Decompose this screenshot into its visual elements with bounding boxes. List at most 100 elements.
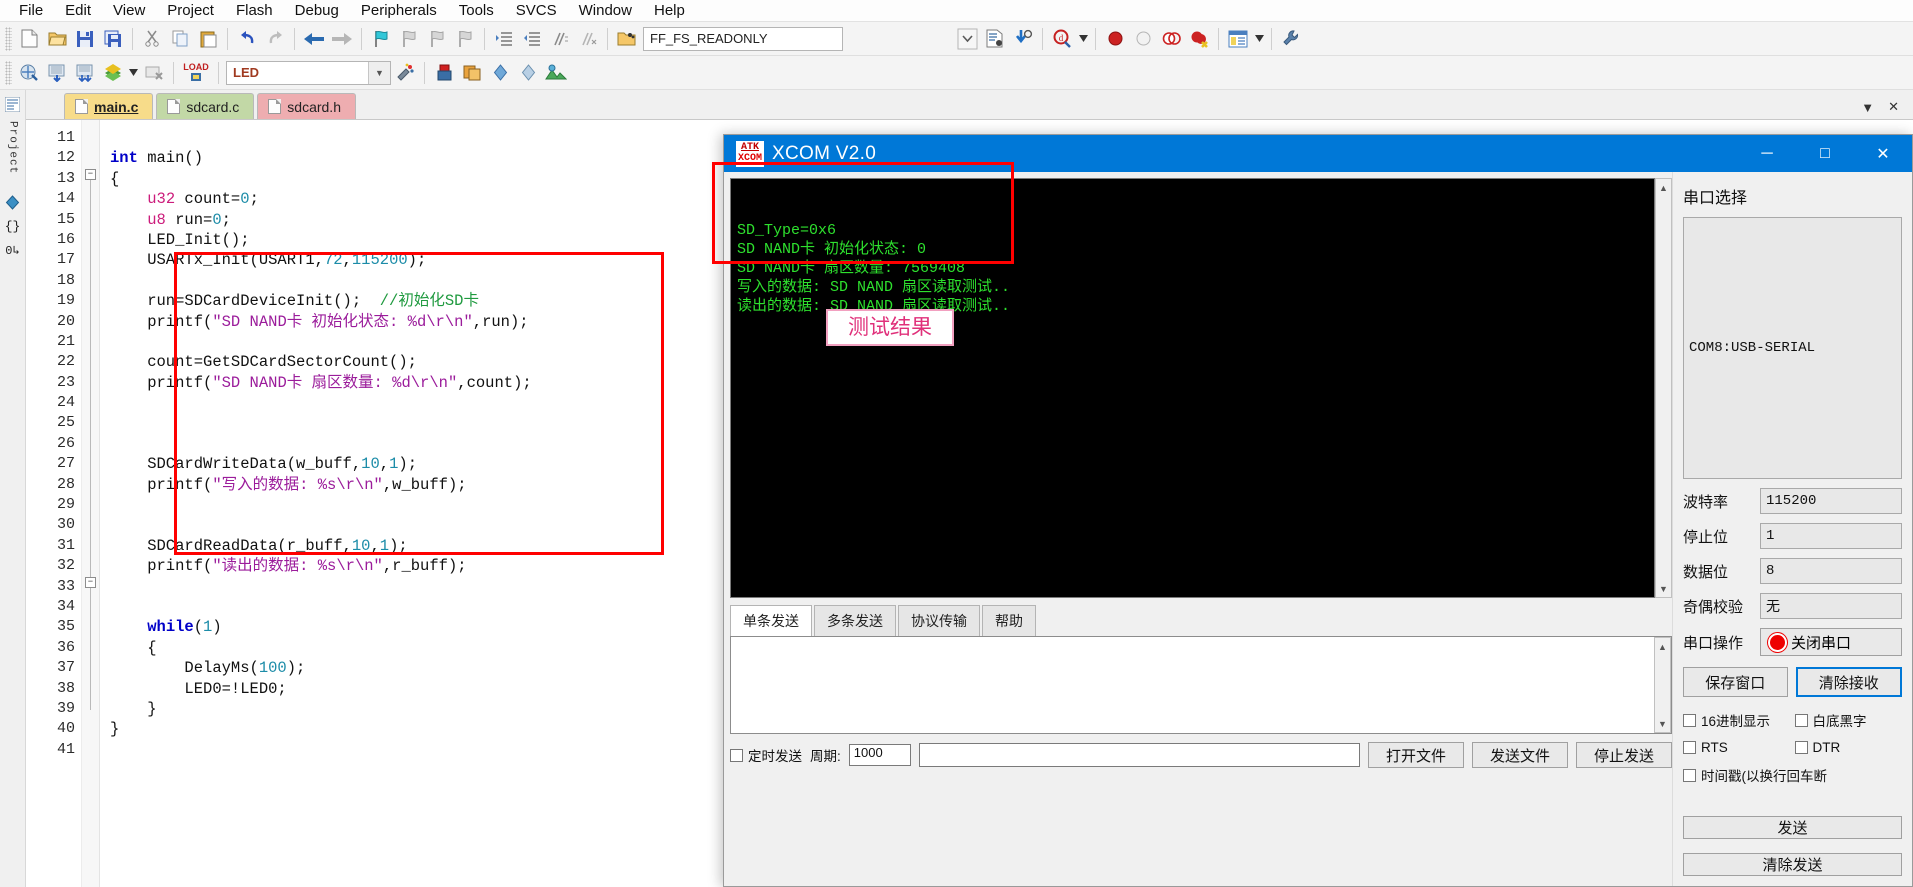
editor-tab-sdcard-c[interactable]: sdcard.c xyxy=(156,93,255,119)
period-input[interactable]: 1000 xyxy=(848,744,911,766)
menu-item-debug[interactable]: Debug xyxy=(284,0,350,21)
cut-icon[interactable] xyxy=(138,25,166,53)
menu-item-window[interactable]: Window xyxy=(568,0,643,21)
file-path-input[interactable] xyxy=(918,743,1360,767)
target-options-icon[interactable] xyxy=(391,59,419,87)
tab-list-dropdown-icon[interactable]: ▼ xyxy=(1861,100,1874,115)
functions-window-icon[interactable]: {} xyxy=(3,216,23,236)
checkbox-box[interactable] xyxy=(1683,768,1696,782)
menu-item-view[interactable]: View xyxy=(102,0,156,21)
menu-item-tools[interactable]: Tools xyxy=(448,0,505,21)
debug-search-icon[interactable]: d xyxy=(1048,25,1076,53)
timed-send-checkbox[interactable]: 定时发送 xyxy=(730,745,802,765)
chevron-down-icon[interactable]: ▼ xyxy=(368,61,390,84)
serial-field-value[interactable]: 1 xyxy=(1760,523,1902,549)
menu-item-peripherals[interactable]: Peripherals xyxy=(350,0,448,21)
checkbox-box[interactable] xyxy=(1794,741,1808,754)
bookmark-toggle-icon[interactable] xyxy=(367,25,395,53)
text-document-icon[interactable] xyxy=(981,25,1009,53)
navigate-back-icon[interactable] xyxy=(300,25,328,53)
books-window-icon[interactable] xyxy=(3,192,23,212)
serial-port-select[interactable]: COM8:USB-SERIAL xyxy=(1683,217,1902,479)
outdent-icon[interactable] xyxy=(518,25,546,53)
clear-receive-button[interactable]: 清除接收 xyxy=(1795,667,1902,697)
paste-icon[interactable] xyxy=(194,25,222,53)
new-file-icon[interactable] xyxy=(15,25,43,53)
window-layout-dropdown-icon[interactable] xyxy=(1252,25,1266,53)
comment-icon[interactable] xyxy=(546,25,574,53)
send-text-area[interactable]: ▲ ▼ xyxy=(730,636,1672,734)
serial-field-value[interactable]: 115200 xyxy=(1760,488,1902,514)
code-fold-column[interactable]: − − xyxy=(82,120,100,887)
manage-runtime-env-icon[interactable] xyxy=(542,59,570,87)
menu-item-file[interactable]: File xyxy=(8,0,54,21)
batch-build-dropdown-icon[interactable] xyxy=(127,59,140,87)
checkbox-box[interactable] xyxy=(1683,713,1696,727)
scroll-down-arrow-icon[interactable]: ▼ xyxy=(1659,580,1668,597)
breakpoint-kill-all-icon[interactable] xyxy=(1185,25,1213,53)
uncomment-icon[interactable] xyxy=(574,25,602,53)
scroll-down-arrow-icon[interactable]: ▼ xyxy=(1658,715,1667,732)
multi-project-icon[interactable] xyxy=(458,59,486,87)
checkbox-box[interactable] xyxy=(1683,741,1696,754)
open-file-button[interactable]: 打开文件 xyxy=(1368,742,1464,768)
maximize-button[interactable]: □ xyxy=(1796,135,1854,172)
checkbox-box[interactable] xyxy=(1794,713,1808,727)
checkbox-box[interactable] xyxy=(730,748,743,762)
breakpoint-disable-icon[interactable] xyxy=(1129,25,1157,53)
toolbar-grip[interactable] xyxy=(5,26,12,51)
indent-icon[interactable] xyxy=(490,25,518,53)
fold-box-main[interactable]: − xyxy=(85,169,96,180)
open-file-icon[interactable] xyxy=(43,25,71,53)
manage-project-items-icon[interactable] xyxy=(430,59,458,87)
build-icon[interactable] xyxy=(43,59,71,87)
fold-box-while[interactable]: − xyxy=(85,577,96,588)
scroll-up-arrow-icon[interactable]: ▲ xyxy=(1659,179,1668,196)
define-combobox[interactable]: FF_FS_READONLY xyxy=(643,26,843,51)
serial-field-value[interactable]: 8 xyxy=(1760,558,1902,584)
checkbox-4[interactable]: 时间戳(以换行回车断 xyxy=(1683,765,1902,785)
project-dock-label[interactable]: Project xyxy=(7,121,19,174)
bookmark-clear-icon[interactable] xyxy=(451,25,479,53)
configure-wrench-icon[interactable] xyxy=(1277,25,1305,53)
tab-close-icon[interactable]: ✕ xyxy=(1888,99,1899,115)
chevron-down-icon[interactable] xyxy=(953,25,981,53)
save-window-button[interactable]: 保存窗口 xyxy=(1683,667,1788,697)
undo-icon[interactable] xyxy=(233,25,261,53)
rebuild-icon[interactable] xyxy=(71,59,99,87)
serial-field-value[interactable]: 无 xyxy=(1760,593,1902,619)
checkbox-0[interactable]: 16进制显示 xyxy=(1683,710,1791,730)
minimize-button[interactable]: ─ xyxy=(1738,135,1796,172)
send-scrollbar[interactable]: ▲ ▼ xyxy=(1654,637,1671,733)
save-all-icon[interactable] xyxy=(99,25,127,53)
receive-scrollbar[interactable]: ▲ ▼ xyxy=(1655,178,1672,598)
menu-item-edit[interactable]: Edit xyxy=(54,0,102,21)
pack-installer-icon[interactable] xyxy=(486,59,514,87)
templates-window-icon[interactable]: 0↳ xyxy=(3,240,23,260)
toolbar-grip-2[interactable] xyxy=(5,60,12,85)
navigate-forward-icon[interactable] xyxy=(328,25,356,53)
clear-send-button[interactable]: 清除发送 xyxy=(1683,853,1902,876)
receive-terminal[interactable]: SD_Type=0x6 SD NAND卡 初始化状态: 0 SD NAND卡 扇区数… xyxy=(730,178,1655,598)
project-window-icon[interactable] xyxy=(3,94,23,114)
stop-send-button[interactable]: 停止发送 xyxy=(1576,742,1672,768)
download-load-icon[interactable]: LOAD xyxy=(179,59,213,87)
editor-tab-sdcard-h[interactable]: sdcard.h xyxy=(257,93,356,119)
debug-search-dropdown-icon[interactable] xyxy=(1076,25,1090,53)
redo-icon[interactable] xyxy=(261,25,289,53)
send-file-button[interactable]: 发送文件 xyxy=(1472,742,1568,768)
editor-tab-main-c[interactable]: main.c xyxy=(64,93,154,119)
menu-item-flash[interactable]: Flash xyxy=(225,0,284,21)
send-button[interactable]: 发送 xyxy=(1683,816,1902,839)
xcom-window[interactable]: ATK XCOM XCOM V2.0 ─ □ ✕ SD_Type=0x6 SD N… xyxy=(712,134,1913,887)
send-tab-0[interactable]: 单条发送 xyxy=(730,605,812,637)
browse-open-icon[interactable] xyxy=(613,25,641,53)
menu-item-project[interactable]: Project xyxy=(156,0,225,21)
close-button[interactable]: ✕ xyxy=(1854,135,1912,172)
find-in-files-icon[interactable] xyxy=(1009,25,1037,53)
scroll-up-arrow-icon[interactable]: ▲ xyxy=(1658,638,1667,655)
toggle-serial-port-button[interactable]: 关闭串口 xyxy=(1760,628,1902,656)
checkbox-2[interactable]: RTS xyxy=(1683,740,1791,755)
window-layout-icon[interactable] xyxy=(1224,25,1252,53)
xcom-title-bar[interactable]: ATK XCOM XCOM V2.0 ─ □ ✕ xyxy=(724,135,1912,172)
